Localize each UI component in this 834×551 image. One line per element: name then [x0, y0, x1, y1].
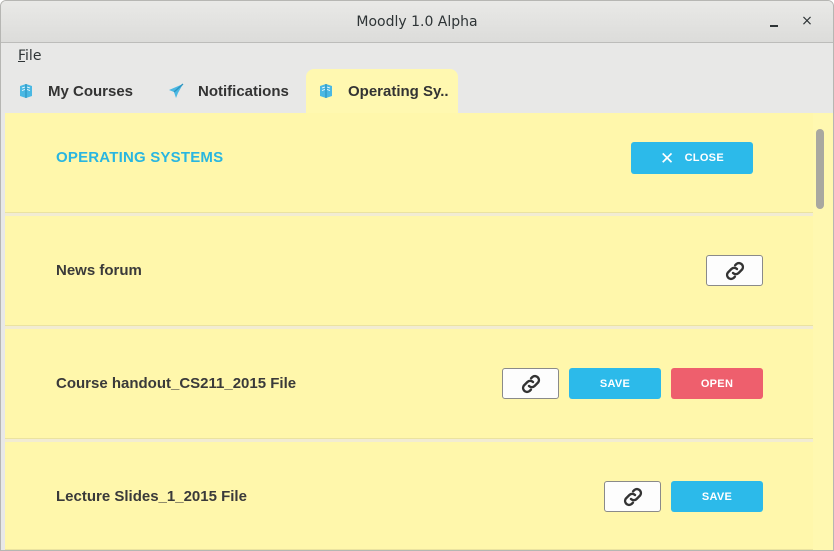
link-icon: [725, 261, 744, 280]
tab-notifications[interactable]: Notifications: [168, 69, 289, 113]
vertical-scrollbar[interactable]: [813, 113, 833, 550]
close-window-button[interactable]: ×: [797, 11, 817, 31]
link-button[interactable]: [502, 368, 559, 399]
course-header-row: OPERATING SYSTEMS ✕ CLOSE: [5, 113, 813, 213]
window-title: Moodly 1.0 Alpha: [356, 14, 478, 30]
tab-my-courses[interactable]: My Courses: [18, 69, 133, 113]
close-course-button[interactable]: ✕ CLOSE: [631, 142, 753, 174]
open-button[interactable]: OPEN: [671, 368, 763, 399]
tab-bar: My Courses Notifications Operating Sy..: [1, 69, 833, 113]
minimize-icon: [770, 25, 778, 27]
close-course-label: CLOSE: [684, 152, 724, 164]
paper-plane-icon: [168, 83, 184, 99]
item-label: Course handout_CS211_2015 File: [56, 375, 297, 392]
course-title: OPERATING SYSTEMS: [56, 149, 224, 166]
link-icon: [623, 487, 642, 506]
tab-label: Operating Sy..: [348, 82, 449, 100]
minimize-button[interactable]: [764, 11, 784, 31]
menu-bar: File: [1, 43, 833, 69]
title-bar[interactable]: Moodly 1.0 Alpha ×: [1, 1, 833, 43]
book-icon: [18, 83, 34, 99]
item-label: Lecture Slides_1_2015 File: [56, 488, 247, 505]
tab-label: Notifications: [198, 82, 289, 100]
course-content: OPERATING SYSTEMS ✕ CLOSE News forum Cou…: [5, 113, 813, 550]
list-item: Course handout_CS211_2015 File SAVE OPEN: [5, 329, 813, 439]
list-item: News forum: [5, 216, 813, 326]
close-icon: ✕: [660, 148, 675, 168]
scrollbar-thumb[interactable]: [816, 129, 824, 209]
app-window: Moodly 1.0 Alpha × File My Courses Notif…: [0, 0, 834, 551]
tab-label: My Courses: [48, 82, 134, 100]
menu-file-mnemonic: F: [18, 48, 26, 64]
menu-file-label: ile: [25, 48, 42, 64]
book-icon: [318, 83, 334, 99]
item-label: News forum: [56, 262, 142, 279]
save-button[interactable]: SAVE: [569, 368, 661, 399]
list-item: Lecture Slides_1_2015 File SAVE: [5, 442, 813, 550]
save-button[interactable]: SAVE: [671, 481, 763, 512]
link-button[interactable]: [706, 255, 763, 286]
tab-operating-systems[interactable]: Operating Sy..: [306, 69, 458, 113]
link-icon: [521, 374, 540, 393]
menu-file[interactable]: File: [18, 48, 41, 64]
close-icon: ×: [801, 13, 813, 29]
link-button[interactable]: [604, 481, 661, 512]
